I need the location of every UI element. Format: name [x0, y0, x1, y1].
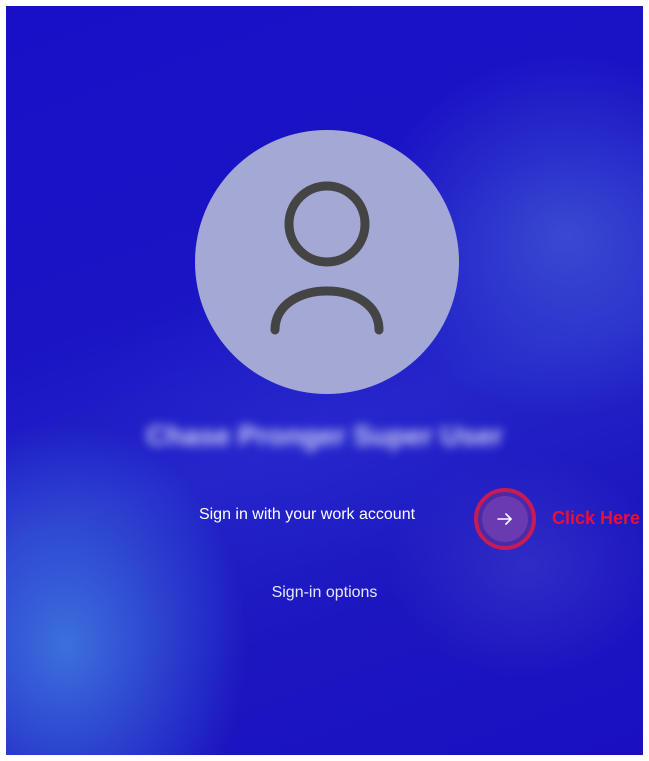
user-display-name: Chase Pronger Super User [146, 420, 503, 451]
arrow-right-icon [497, 513, 512, 525]
click-here-annotation: Click Here [552, 508, 641, 528]
user-icon [270, 181, 384, 335]
user-avatar [195, 130, 459, 394]
sign-in-submit-button[interactable] [474, 488, 536, 550]
lock-screen: Chase Pronger Super User Sign in with yo… [6, 6, 643, 755]
sign-in-work-account-label[interactable]: Sign in with your work account [162, 506, 452, 524]
sign-in-options-link[interactable]: Sign-in options [6, 584, 643, 602]
